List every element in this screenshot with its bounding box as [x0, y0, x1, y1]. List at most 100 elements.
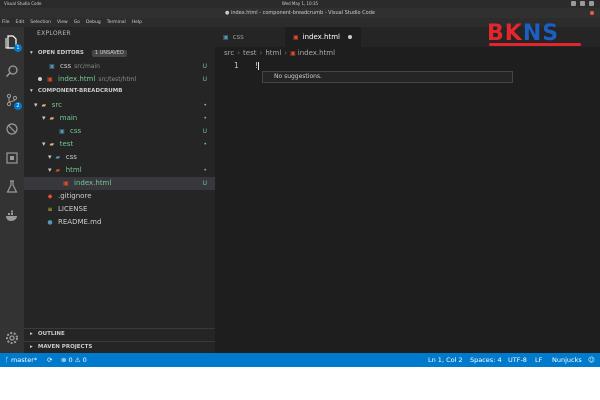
menu-view[interactable]: View: [57, 18, 68, 27]
maven-header[interactable]: ▸ MAVEN PROJECTS: [24, 341, 215, 352]
folder-open-icon: ▰: [49, 140, 55, 148]
menu-go[interactable]: Go: [74, 18, 80, 27]
debug-icon[interactable]: [5, 122, 19, 136]
open-editor-name: index.html: [58, 75, 96, 83]
open-editor-path: src/test/html: [98, 76, 137, 83]
menu-help[interactable]: Help: [132, 18, 142, 27]
tree-item-label: src: [51, 101, 62, 109]
open-editor-item[interactable]: ▣ css src/main U: [24, 60, 215, 73]
scm-badge: 2: [14, 102, 22, 110]
tree-item-label: css: [70, 127, 82, 135]
unsaved-dot-icon[interactable]: [38, 77, 42, 81]
explorer-badge: 1: [14, 44, 22, 52]
folder-open-icon: ▰: [41, 101, 47, 109]
file-html-icon: ▣: [47, 75, 53, 83]
git-file-icon: ◆: [47, 192, 53, 200]
tree-item-html[interactable]: ▾ ▰ html •: [24, 164, 215, 177]
maven-label: MAVEN PROJECTS: [37, 344, 93, 350]
git-status: •: [203, 167, 207, 174]
tree-item-label: README.md: [58, 218, 102, 226]
editor-content[interactable]: !: [255, 61, 258, 70]
settings-gear-icon[interactable]: [5, 331, 19, 345]
file-css-icon: ▣: [59, 127, 65, 135]
open-editors-label: OPEN EDITORS: [37, 50, 84, 56]
tree-item-label: html: [65, 166, 82, 174]
project-header[interactable]: ▾ COMPONENT-BREADCRUMB: [24, 86, 215, 97]
logo-swoosh: [489, 43, 581, 46]
close-window-icon[interactable]: [590, 11, 594, 15]
outline-header[interactable]: ▸ OUTLINE: [24, 328, 215, 339]
project-label: COMPONENT-BREADCRUMB: [37, 88, 123, 94]
network-icon[interactable]: [571, 1, 576, 6]
indentation[interactable]: Spaces: 4: [470, 353, 502, 367]
folder-css-icon: ▰: [55, 153, 61, 161]
chevron-right-icon: ›: [284, 49, 288, 57]
tree-item-label: LICENSE: [58, 205, 88, 213]
menu-selection[interactable]: Selection: [30, 18, 51, 27]
warning-icon: ⚠: [74, 356, 83, 364]
tree-item-test[interactable]: ▾ ▰ test •: [24, 138, 215, 151]
source-control-icon[interactable]: 2: [5, 93, 22, 110]
open-editor-name: css: [60, 62, 72, 70]
breadcrumb-item[interactable]: index.html: [298, 49, 335, 57]
tree-item-test-css[interactable]: ▾ ▰ css: [24, 151, 215, 164]
git-status: •: [203, 115, 207, 122]
open-editor-item[interactable]: ▣ index.html src/test/html U: [24, 73, 215, 86]
tree-item-index-html[interactable]: ▣ index.html U: [24, 177, 215, 190]
explorer-sidebar: EXPLORER ▾ OPEN EDITORS 1 UNSAVED ▣ css sr…: [24, 27, 215, 353]
feedback-icon[interactable]: ☺: [588, 353, 595, 367]
breadcrumb: src › test › html › ▣ index.html: [224, 49, 335, 57]
line-ending[interactable]: LF: [535, 353, 542, 367]
sync-icon[interactable]: ⟳: [47, 353, 52, 367]
cursor-position[interactable]: Ln 1, Col 2: [428, 353, 463, 367]
breadcrumb-item[interactable]: src: [224, 49, 234, 57]
branch-indicator[interactable]: ᚴ master*: [5, 353, 37, 367]
open-editor-path: src/main: [74, 63, 100, 70]
encoding[interactable]: UTF-8: [508, 353, 527, 367]
tab-index-html[interactable]: ▣ index.html: [285, 27, 361, 47]
menu-file[interactable]: File: [2, 18, 10, 27]
tree-item-license[interactable]: ≡ LICENSE: [24, 203, 215, 216]
file-html-icon: ▣: [290, 50, 296, 57]
menu-terminal[interactable]: Terminal: [107, 18, 126, 27]
file-html-icon: ▣: [63, 179, 69, 187]
modified-dot-icon[interactable]: [348, 35, 352, 39]
window-title: ● index.html - component-breadcrumb - Vi…: [225, 10, 375, 16]
os-clock[interactable]: Wed May 1, 10:35: [0, 0, 600, 8]
outline-label: OUTLINE: [37, 331, 65, 337]
menu-debug[interactable]: Debug: [86, 18, 101, 27]
breadcrumb-item[interactable]: html: [265, 49, 281, 57]
git-status: U: [202, 76, 207, 83]
window-title-bar: ● index.html - component-breadcrumb - Vi…: [0, 8, 600, 18]
test-flask-icon[interactable]: [5, 180, 19, 194]
chevron-down-icon: ▾: [30, 50, 33, 56]
tree-item-src[interactable]: ▾ ▰ src •: [24, 99, 215, 112]
tree-item-main[interactable]: ▾ ▰ main •: [24, 112, 215, 125]
git-status: •: [203, 102, 207, 109]
problems-indicator[interactable]: ⊗ 0 ⚠ 0: [61, 353, 87, 367]
tree-item-label: main: [59, 114, 78, 122]
tab-css[interactable]: ▣ css: [215, 27, 285, 47]
menu-edit[interactable]: Edit: [16, 18, 25, 27]
activity-bar: 1 2: [0, 27, 24, 353]
tab-label: css: [232, 33, 244, 41]
files-icon[interactable]: 1: [5, 35, 22, 52]
os-tray: [571, 1, 594, 6]
error-icon: ⊗: [61, 356, 69, 364]
docker-icon[interactable]: [5, 209, 19, 223]
breadcrumb-item[interactable]: test: [243, 49, 256, 57]
language-mode[interactable]: Nunjucks: [552, 353, 582, 367]
power-icon[interactable]: [589, 1, 594, 6]
search-icon[interactable]: [5, 64, 19, 78]
extensions-icon[interactable]: [5, 151, 19, 165]
tree-item-main-css[interactable]: ▣ css U: [24, 125, 215, 138]
explorer-title: EXPLORER: [37, 30, 71, 37]
tree-item-readme[interactable]: ● README.md: [24, 216, 215, 229]
volume-icon[interactable]: [580, 1, 585, 6]
chevron-right-icon: ›: [237, 49, 241, 57]
file-html-icon: ▣: [293, 34, 299, 41]
tree-item-gitignore[interactable]: ◆ .gitignore: [24, 190, 215, 203]
bkns-logo: BKNS: [487, 21, 585, 49]
unsaved-badge: 1 UNSAVED: [91, 50, 127, 57]
open-editors-header[interactable]: ▾ OPEN EDITORS 1 UNSAVED: [24, 48, 215, 59]
